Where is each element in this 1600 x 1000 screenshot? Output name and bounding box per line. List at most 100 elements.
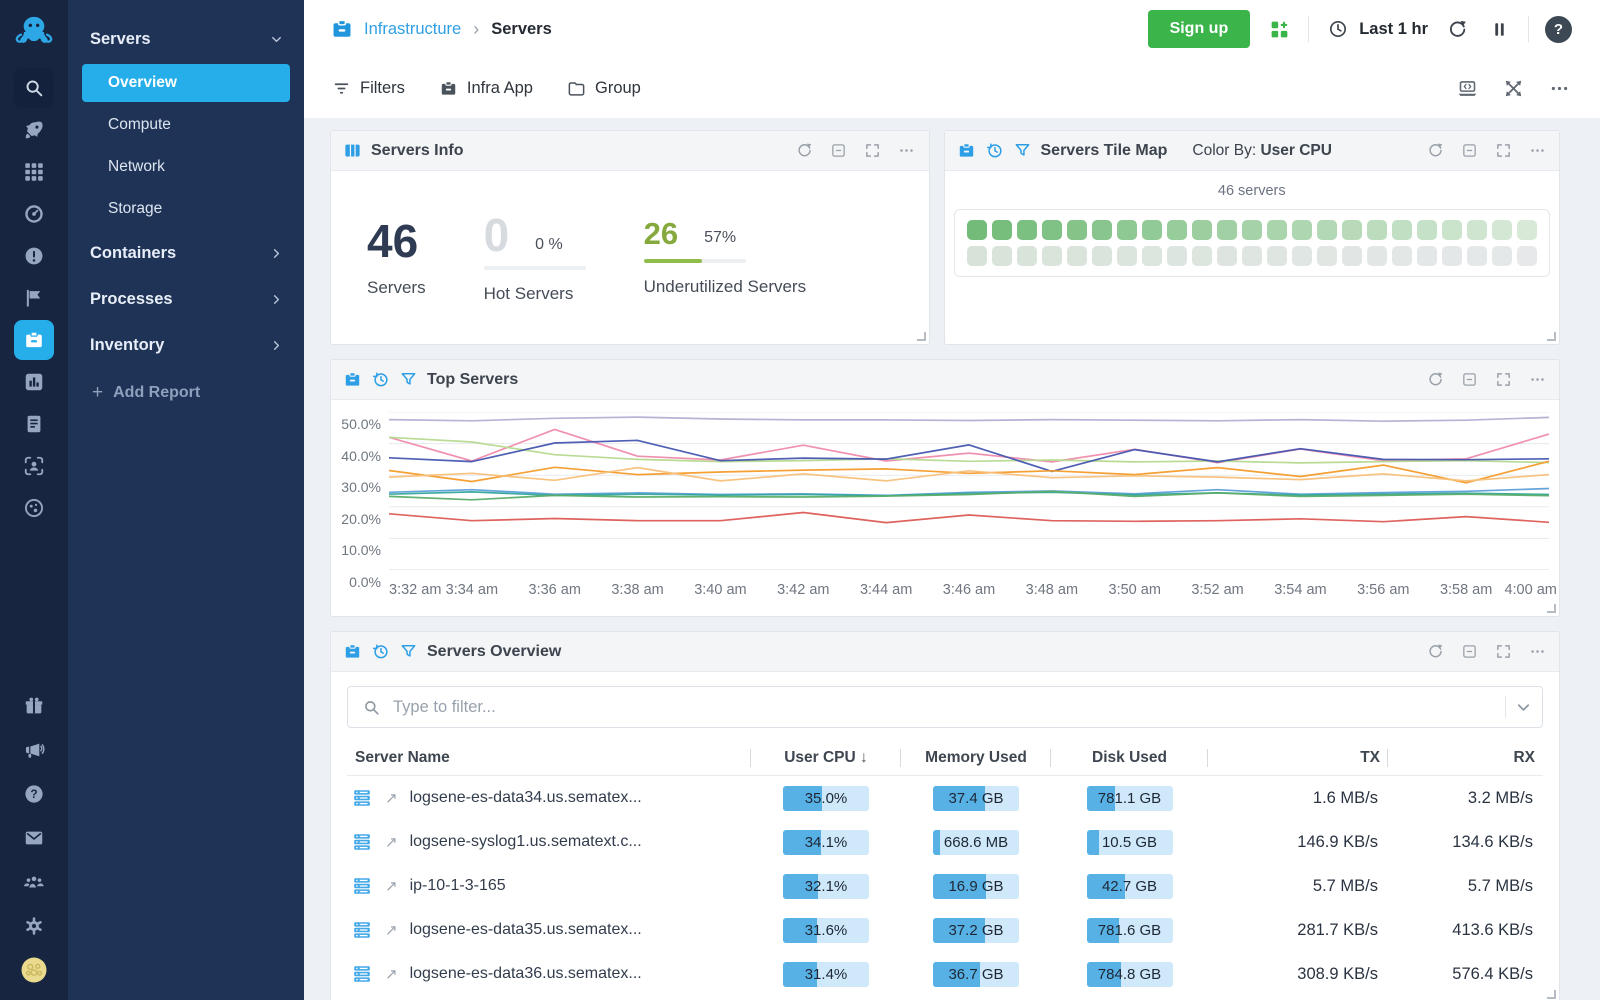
alert-icon[interactable] (14, 236, 54, 276)
laptop-code-icon[interactable] (1454, 75, 1480, 101)
server-tile[interactable] (992, 220, 1012, 240)
server-tile[interactable] (1092, 246, 1112, 266)
server-tile[interactable] (1342, 246, 1362, 266)
funnel-icon[interactable] (1013, 141, 1032, 160)
panel-expand-icon[interactable] (863, 141, 883, 161)
funnel-icon[interactable] (399, 370, 418, 389)
server-tile[interactable] (1067, 246, 1087, 266)
search-icon[interactable] (14, 68, 54, 108)
time-range-picker[interactable]: Last 1 hr (1325, 16, 1428, 42)
dashboard-gauge-icon[interactable] (14, 194, 54, 234)
server-tile[interactable] (1492, 246, 1512, 266)
server-tile[interactable] (1167, 220, 1187, 240)
server-name[interactable]: ip-10-1-3-165 (410, 877, 506, 895)
server-tile[interactable] (1142, 246, 1162, 266)
sematext-octopus-logo-icon[interactable] (13, 12, 55, 52)
sidebar-item-network[interactable]: Network (82, 148, 290, 186)
panel-refresh-icon[interactable] (1425, 370, 1445, 390)
open-external-icon[interactable]: ↗ (385, 833, 398, 851)
server-name[interactable]: logsene-syslog1.us.sematext.c... (410, 833, 642, 851)
server-tile[interactable] (1042, 220, 1062, 240)
server-tile[interactable] (1267, 220, 1287, 240)
sidebar-section-inventory[interactable]: Inventory (68, 322, 304, 368)
server-tile[interactable] (1017, 246, 1037, 266)
panel-refresh-icon[interactable] (1425, 642, 1445, 662)
column-header-tx[interactable]: TX (1208, 749, 1388, 767)
server-tile[interactable] (992, 246, 1012, 266)
sidebar-section-containers[interactable]: Containers (68, 230, 304, 276)
mail-icon[interactable] (14, 818, 54, 858)
server-tile[interactable] (1117, 220, 1137, 240)
server-tile[interactable] (967, 220, 987, 240)
history-clock-icon[interactable] (985, 141, 1004, 160)
server-tile[interactable] (1317, 220, 1337, 240)
panel-more-icon[interactable] (1527, 370, 1547, 390)
server-tile[interactable] (1417, 246, 1437, 266)
open-external-icon[interactable]: ↗ (385, 965, 398, 983)
server-name[interactable]: logsene-es-data34.us.sematex... (410, 789, 642, 807)
sidebar-item-compute[interactable]: Compute (82, 106, 290, 144)
server-tile[interactable] (1042, 246, 1062, 266)
panel-collapse-icon[interactable] (1459, 370, 1479, 390)
avatar-icon[interactable] (14, 950, 54, 990)
sidebar-section-servers[interactable]: Servers (68, 16, 304, 62)
panel-expand-icon[interactable] (1493, 642, 1513, 662)
server-tile[interactable] (1367, 220, 1387, 240)
grid-plus-icon[interactable] (1266, 16, 1292, 42)
sign-up-button[interactable]: Sign up (1148, 10, 1251, 48)
server-tile[interactable] (1017, 220, 1037, 240)
panel-more-icon[interactable] (1527, 141, 1547, 161)
server-tile[interactable] (1342, 220, 1362, 240)
server-tile[interactable] (1067, 220, 1087, 240)
sidebar-item-overview[interactable]: Overview (82, 64, 290, 102)
server-tile[interactable] (1117, 246, 1137, 266)
server-tile[interactable] (1292, 246, 1312, 266)
team-icon[interactable] (14, 862, 54, 902)
infra-app-button[interactable]: Infra App (439, 79, 533, 98)
history-clock-icon[interactable] (371, 642, 390, 661)
panel-refresh-icon[interactable] (795, 141, 815, 161)
rocket-icon[interactable] (14, 110, 54, 150)
server-tile[interactable] (1442, 220, 1462, 240)
sidebar-section-processes[interactable]: Processes (68, 276, 304, 322)
server-tile[interactable] (1142, 220, 1162, 240)
user-scan-icon[interactable] (14, 446, 54, 486)
group-button[interactable]: Group (567, 79, 641, 98)
apps-grid-icon[interactable] (14, 152, 54, 192)
server-tile[interactable] (1192, 220, 1212, 240)
server-tile[interactable] (1092, 220, 1112, 240)
server-tile[interactable] (1317, 246, 1337, 266)
bar-chart-icon[interactable] (14, 362, 54, 402)
server-tile[interactable] (1242, 246, 1262, 266)
refresh-icon[interactable] (1444, 16, 1470, 42)
filter-input[interactable] (381, 698, 1505, 717)
server-tile[interactable] (1442, 246, 1462, 266)
server-name[interactable]: logsene-es-data35.us.sematex... (410, 921, 642, 939)
help-icon[interactable]: ? (1545, 16, 1572, 43)
server-tile[interactable] (1167, 246, 1187, 266)
open-external-icon[interactable]: ↗ (385, 921, 398, 939)
flag-icon[interactable] (14, 278, 54, 318)
gift-icon[interactable] (14, 686, 54, 726)
panel-more-icon[interactable] (897, 141, 917, 161)
chevron-down-icon[interactable] (1514, 698, 1532, 716)
table-row[interactable]: ↗ logsene-es-data34.us.sematex... 35.0% … (347, 776, 1543, 820)
server-tile[interactable] (1517, 220, 1537, 240)
column-header-user-cpu[interactable]: User CPU ↓ (751, 749, 901, 767)
column-header-rx[interactable]: RX (1388, 749, 1543, 767)
server-tile[interactable] (1267, 246, 1287, 266)
fullscreen-arrows-icon[interactable] (1500, 75, 1526, 101)
pause-icon[interactable] (1486, 16, 1512, 42)
column-header-memory-used[interactable]: Memory Used (901, 749, 1051, 767)
server-tile[interactable] (1217, 220, 1237, 240)
breadcrumb-infrastructure[interactable]: Infrastructure (364, 20, 461, 39)
help-icon[interactable]: ? (14, 774, 54, 814)
server-tile[interactable] (1492, 220, 1512, 240)
server-tile[interactable] (1242, 220, 1262, 240)
table-row[interactable]: ↗ ip-10-1-3-165 32.1% 16.9 GB 42.7 GB 5.… (347, 864, 1543, 908)
panel-refresh-icon[interactable] (1425, 141, 1445, 161)
panel-more-icon[interactable] (1527, 642, 1547, 662)
server-tile[interactable] (1217, 246, 1237, 266)
add-report-button[interactable]: + Add Report (68, 368, 304, 404)
more-options-icon[interactable] (1546, 75, 1572, 101)
